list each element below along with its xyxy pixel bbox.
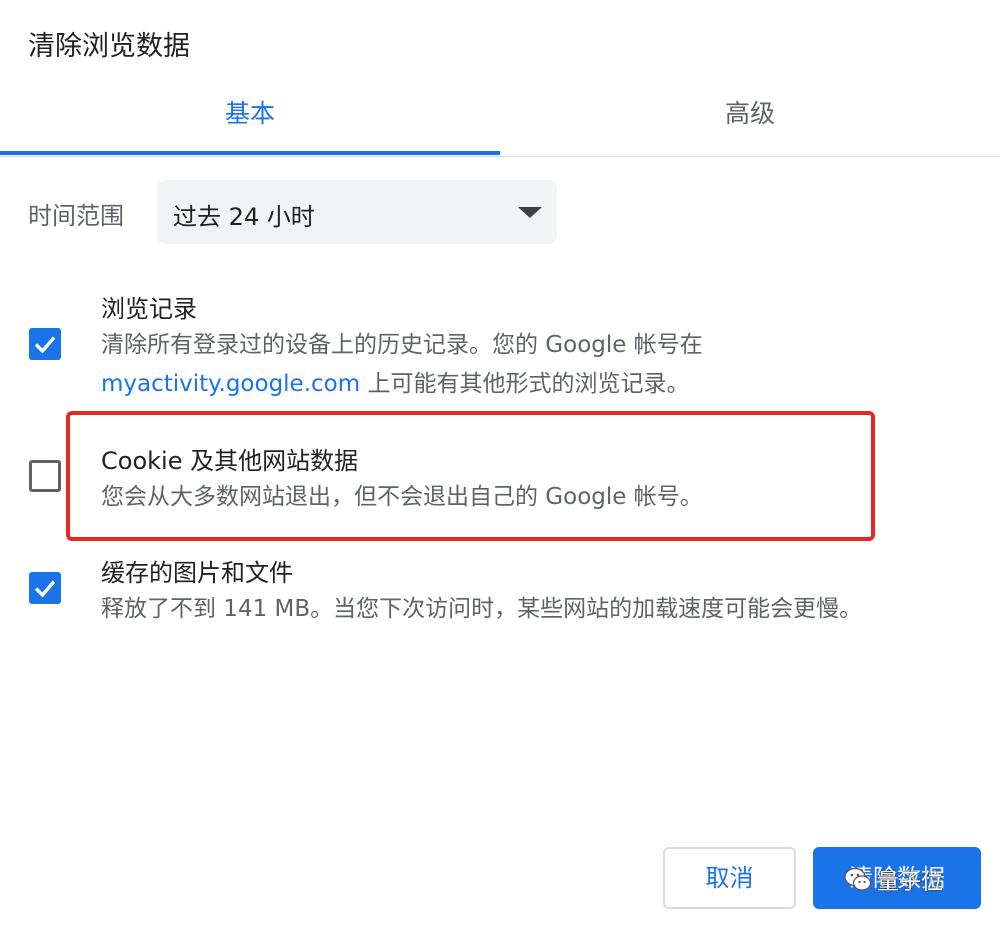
- time-range-value: 过去 24 小时: [173, 203, 315, 231]
- wechat-logo-icon: [844, 867, 872, 891]
- time-range-select[interactable]: 过去 24 小时: [157, 180, 557, 244]
- watermark-text: 量子位: [877, 870, 944, 895]
- chevron-down-icon: [518, 207, 542, 218]
- time-range-label: 时间范围: [28, 202, 124, 230]
- browsing-history-desc-line1: 清除所有登录过的设备上的历史记录。您的 Google 帐号在: [101, 332, 703, 358]
- checkmark-icon: [34, 336, 56, 354]
- tab-basic[interactable]: 基本: [0, 90, 500, 152]
- cached-images-checkbox[interactable]: [29, 572, 61, 604]
- active-tab-indicator: [0, 151, 500, 155]
- tab-bar: 基本 高级: [0, 90, 1000, 157]
- highlight-annotation-box: [66, 411, 875, 541]
- browsing-history-desc-line2: myactivity.google.com 上可能有其他形式的浏览记录。: [101, 364, 689, 404]
- checkmark-icon: [34, 580, 56, 598]
- myactivity-link[interactable]: myactivity.google.com: [101, 371, 360, 397]
- watermark: 量子位: [843, 862, 943, 898]
- browsing-history-title: 浏览记录: [101, 295, 197, 323]
- cancel-button[interactable]: 取消: [663, 847, 796, 909]
- cookies-checkbox[interactable]: [29, 460, 61, 492]
- browsing-history-desc-rest: 上可能有其他形式的浏览记录。: [360, 371, 690, 397]
- cached-images-title: 缓存的图片和文件: [101, 559, 293, 587]
- cached-images-desc: 释放了不到 141 MB。当您下次访问时，某些网站的加载速度可能会更慢。: [101, 596, 863, 622]
- tab-advanced[interactable]: 高级: [500, 90, 1000, 152]
- dialog-title: 清除浏览数据: [28, 31, 190, 62]
- browsing-history-checkbox[interactable]: [29, 328, 61, 360]
